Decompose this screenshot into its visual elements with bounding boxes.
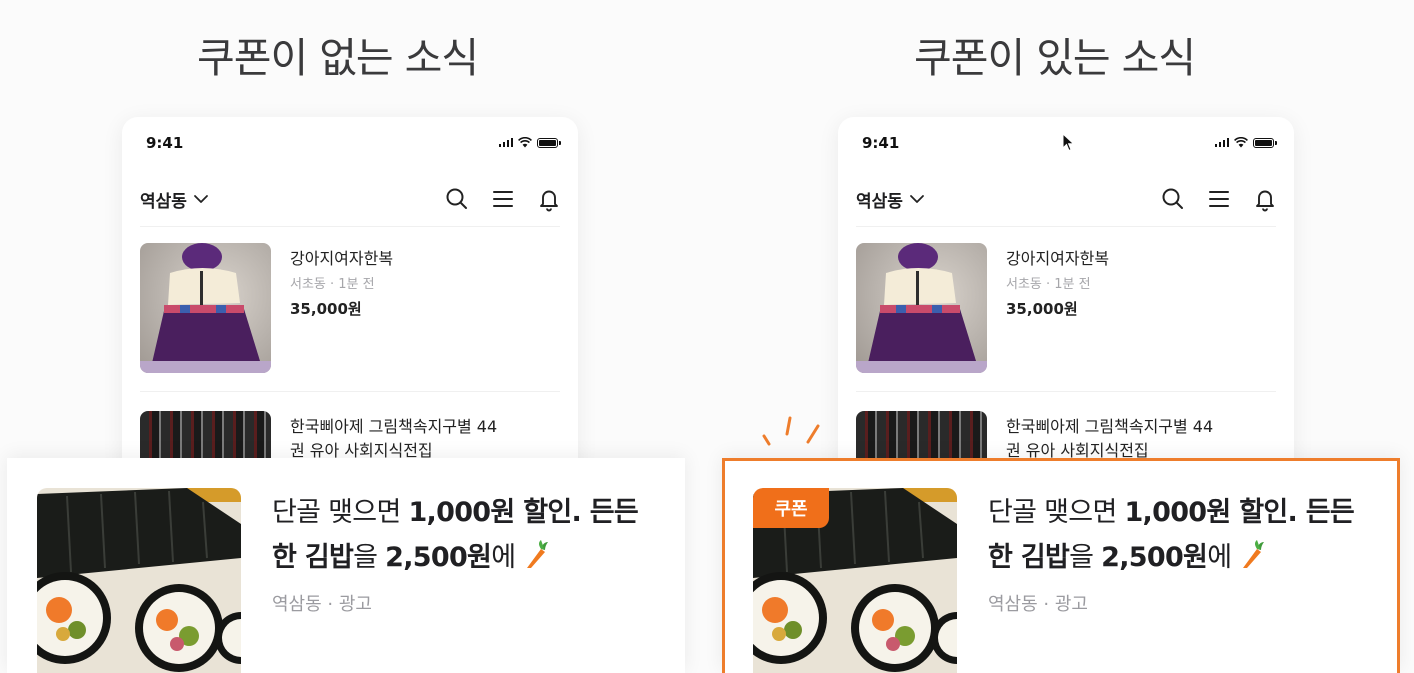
item-price: 35,000원 <box>1006 300 1078 318</box>
list-item[interactable]: 강아지여자한복 서초동 · 1분 전 35,000원 <box>856 243 1276 373</box>
wifi-icon <box>518 137 532 148</box>
item-title: 한국삐아제 그림책속지구별 44 <box>290 417 498 436</box>
item-price: 35,000원 <box>290 300 362 318</box>
header-divider <box>140 226 560 227</box>
header-divider <box>856 226 1276 227</box>
item-info: 한국삐아제 그림책속지구별 44 권 유아 사회지식전집 <box>1006 415 1276 463</box>
ad-title: 단골 맺으면 1,000원 할인. 든든 한 김밥을 2,500원에 <box>988 497 1355 573</box>
item-divider <box>856 391 1276 392</box>
item-title: 한국삐아제 그림책속지구별 44 <box>1006 417 1214 436</box>
item-title: 강아지여자한복 <box>290 249 394 268</box>
carrot-icon <box>1243 540 1265 568</box>
ad-meta: 역삼동 · 광고 <box>272 594 372 615</box>
app-header: 역삼동 <box>838 179 1294 219</box>
status-icons <box>1214 137 1277 148</box>
location-label: 역삼동 <box>140 191 187 212</box>
search-icon[interactable] <box>1160 186 1186 212</box>
search-icon[interactable] <box>444 186 470 212</box>
item-title: 강아지여자한복 <box>1006 249 1110 268</box>
chevron-down-icon <box>194 195 208 203</box>
coupon-badge: 쿠폰 <box>753 488 829 528</box>
ad-card-without-coupon[interactable]: 단골 맺으면 1,000원 할인. 든든 한 김밥을 2,500원에 역삼동 · … <box>7 458 685 673</box>
battery-icon <box>537 137 561 148</box>
bell-icon[interactable] <box>536 186 562 212</box>
chevron-down-icon <box>910 195 924 203</box>
item-thumbnail-hanbok <box>140 243 271 373</box>
menu-icon[interactable] <box>1206 186 1232 212</box>
item-info: 한국삐아제 그림책속지구별 44 권 유아 사회지식전집 <box>290 415 560 463</box>
title-with-coupon: 쿠폰이 있는 소식 <box>914 34 1196 82</box>
ad-image-kimbap <box>37 488 241 673</box>
header-actions <box>1160 186 1278 212</box>
location-label: 역삼동 <box>856 191 903 212</box>
item-divider <box>140 391 560 392</box>
item-info: 강아지여자한복 서초동 · 1분 전 35,000원 <box>290 247 560 319</box>
status-time: 9:41 <box>146 134 184 152</box>
ad-image-kimbap: 쿠폰 <box>753 488 957 673</box>
wifi-icon <box>1234 137 1248 148</box>
item-info: 강아지여자한복 서초동 · 1분 전 35,000원 <box>1006 247 1276 319</box>
ad-meta: 역삼동 · 광고 <box>988 594 1088 615</box>
status-icons <box>498 137 561 148</box>
menu-icon[interactable] <box>490 186 516 212</box>
signal-icon <box>498 138 513 147</box>
battery-icon <box>1253 137 1277 148</box>
title-without-coupon: 쿠폰이 없는 소식 <box>197 34 479 82</box>
item-meta: 서초동 · 1분 전 <box>290 277 375 292</box>
phone-mockup-with-coupon: 9:41 역삼동 강아지여자한복 서초동 · 1분 전 35,000원 한국삐아… <box>838 117 1294 477</box>
ad-text: 단골 맺으면 1,000원 할인. 든든 한 김밥을 2,500원에 역삼동 · … <box>272 490 672 616</box>
highlight-sparkle-icon <box>762 416 820 446</box>
location-selector[interactable]: 역삼동 <box>140 187 210 212</box>
phone-mockup-without-coupon: 9:41 역삼동 강아지여자한복 서초동 · 1분 전 35,000원 한국삐아… <box>122 117 578 477</box>
app-header: 역삼동 <box>122 179 578 219</box>
ad-card-with-coupon[interactable]: 쿠폰 단골 맺으면 1,000원 할인. 든든 한 김밥을 2,500원에 역삼… <box>722 458 1400 673</box>
header-actions <box>444 186 562 212</box>
list-item[interactable]: 강아지여자한복 서초동 · 1분 전 35,000원 <box>140 243 560 373</box>
item-thumbnail-hanbok <box>856 243 987 373</box>
bell-icon[interactable] <box>1252 186 1278 212</box>
ad-text: 단골 맺으면 1,000원 할인. 든든 한 김밥을 2,500원에 역삼동 · … <box>988 490 1388 616</box>
item-meta: 서초동 · 1분 전 <box>1006 277 1091 292</box>
comparison-slide: 쿠폰이 없는 소식 쿠폰이 있는 소식 9:41 역삼동 강아지여자한복 서초동… <box>0 0 1414 673</box>
location-selector[interactable]: 역삼동 <box>856 187 926 212</box>
carrot-icon <box>527 540 549 568</box>
status-time: 9:41 <box>862 134 900 152</box>
ad-title: 단골 맺으면 1,000원 할인. 든든 한 김밥을 2,500원에 <box>272 497 639 573</box>
mouse-cursor-icon <box>1062 133 1075 152</box>
signal-icon <box>1214 138 1229 147</box>
